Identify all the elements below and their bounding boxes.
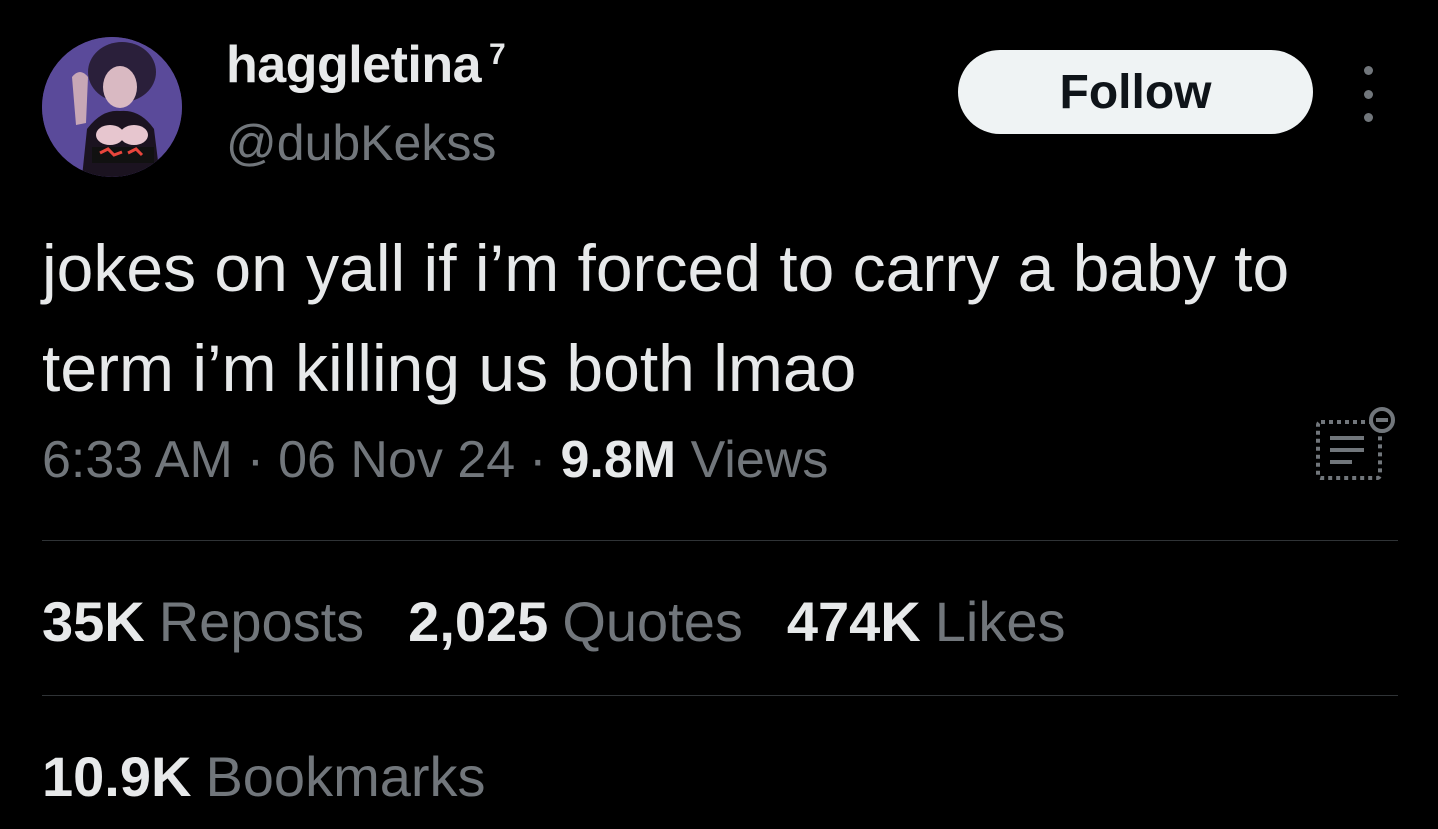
tweet-text: jokes on yall if i’m forced to carry a b… (42, 231, 1290, 405)
views-count: 9.8M (560, 431, 677, 489)
user-handle[interactable]: @dubKekss (226, 108, 496, 178)
quotes-count: 2,025 (408, 590, 549, 653)
reposts-count: 35K (42, 590, 145, 653)
tweet-metadata: 6:33 AM · 06 Nov 24 · 9.8M Views (42, 425, 828, 495)
meta-separator: · (529, 431, 547, 489)
author-name-row: haggletina 7 (226, 30, 506, 100)
divider (42, 540, 1398, 541)
avatar-image (42, 37, 182, 177)
avatar[interactable] (42, 37, 182, 177)
likes-count: 474K (786, 590, 921, 653)
likes-label: Likes (934, 590, 1066, 653)
views-label: Views (690, 431, 829, 489)
more-vertical-icon[interactable] (1348, 66, 1388, 122)
tweet-time[interactable]: 6:33 AM (42, 431, 233, 489)
display-name[interactable]: haggletina (226, 30, 482, 100)
meta-separator: · (246, 431, 265, 489)
tweet-date[interactable]: 06 Nov 24 (278, 431, 515, 489)
bookmarks-label: Bookmarks (205, 745, 486, 808)
reposts-label: Reposts (158, 590, 365, 653)
quotes-label: Quotes (562, 590, 743, 653)
tweet-detail: haggletina 7 @dubKekss Follow jokes on y… (0, 0, 1438, 829)
engagement-stats: 35K Reposts 2,025 Quotes 474K Likes (42, 587, 1109, 657)
reposts-stat[interactable]: 35K Reposts (42, 587, 364, 657)
display-name-suffix: 7 (489, 38, 506, 71)
likes-stat[interactable]: 474K Likes (787, 587, 1066, 657)
bookmarks-stat[interactable]: 10.9K Bookmarks (42, 742, 486, 812)
divider (42, 695, 1398, 696)
quotes-stat[interactable]: 2,025 Quotes (408, 587, 743, 657)
follow-button[interactable]: Follow (958, 50, 1313, 134)
post-analytics-icon[interactable] (1312, 404, 1396, 484)
bookmarks-count: 10.9K (42, 745, 192, 808)
